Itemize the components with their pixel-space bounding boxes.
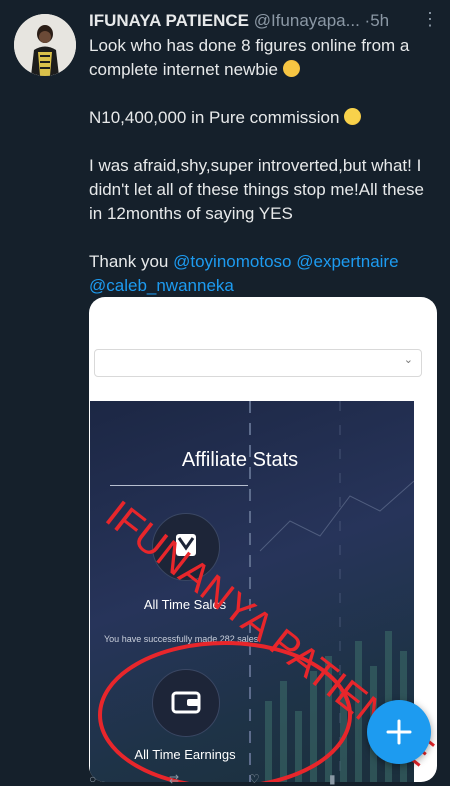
tweet-text: Look who has done 8 figures online from …: [89, 34, 439, 298]
all-time-sales-label: All Time Sales: [143, 597, 227, 612]
mention-link[interactable]: @caleb_nwanneka: [89, 276, 234, 295]
earnings-icon-circle: [152, 669, 220, 737]
reply-icon[interactable]: ○: [89, 772, 96, 786]
wallet-icon: [171, 691, 201, 714]
panel-title: Affiliate Stats: [181, 449, 299, 471]
tweet-header: IFUNAYA PATIENCE @Ifunayapa... ·5h ⋮: [89, 9, 440, 31]
dropdown-select: ⌄: [94, 349, 422, 377]
views-icon[interactable]: ▮: [329, 772, 336, 786]
sales-note: You have successfully made 282 sales: [104, 634, 259, 644]
tweet-time[interactable]: 5h: [370, 11, 389, 30]
more-icon[interactable]: ⋮: [421, 9, 440, 30]
affiliate-stats-panel: Affiliate Stats All Time Sales You have …: [90, 401, 414, 782]
chevron-down-icon: ⌄: [403, 354, 413, 366]
sales-icon-circle: [152, 513, 220, 581]
plus-icon: [386, 719, 412, 745]
compose-button[interactable]: [367, 700, 431, 764]
tweet-thanks: Thank you @toyinomotoso @expertnaire @ca…: [89, 252, 399, 295]
shopping-bag-icon: [176, 534, 196, 556]
partying-face-emoji: [282, 60, 300, 77]
tweet-actions: ○ ⇄ ♡ ▮: [89, 772, 429, 786]
all-time-earnings-label: All Time Earnings: [134, 747, 236, 762]
mention-link[interactable]: @toyinomotoso: [173, 252, 291, 271]
weary-face-emoji: [344, 108, 362, 125]
title-divider: [110, 485, 248, 486]
author-avatar[interactable]: [14, 14, 76, 76]
like-icon[interactable]: ♡: [249, 772, 260, 786]
author-handle[interactable]: @Ifunayapa...: [254, 11, 360, 30]
tweet-line-2: N10,400,000 in Pure commission: [89, 106, 439, 130]
author-name[interactable]: IFUNAYA PATIENCE: [89, 11, 249, 30]
retweet-icon[interactable]: ⇄: [169, 772, 179, 786]
mention-link[interactable]: @expertnaire: [296, 252, 398, 271]
tweet-line-1: Look who has done 8 figures online from …: [89, 36, 410, 79]
tweet-line-3: I was afraid,shy,super introverted,but w…: [89, 156, 424, 223]
